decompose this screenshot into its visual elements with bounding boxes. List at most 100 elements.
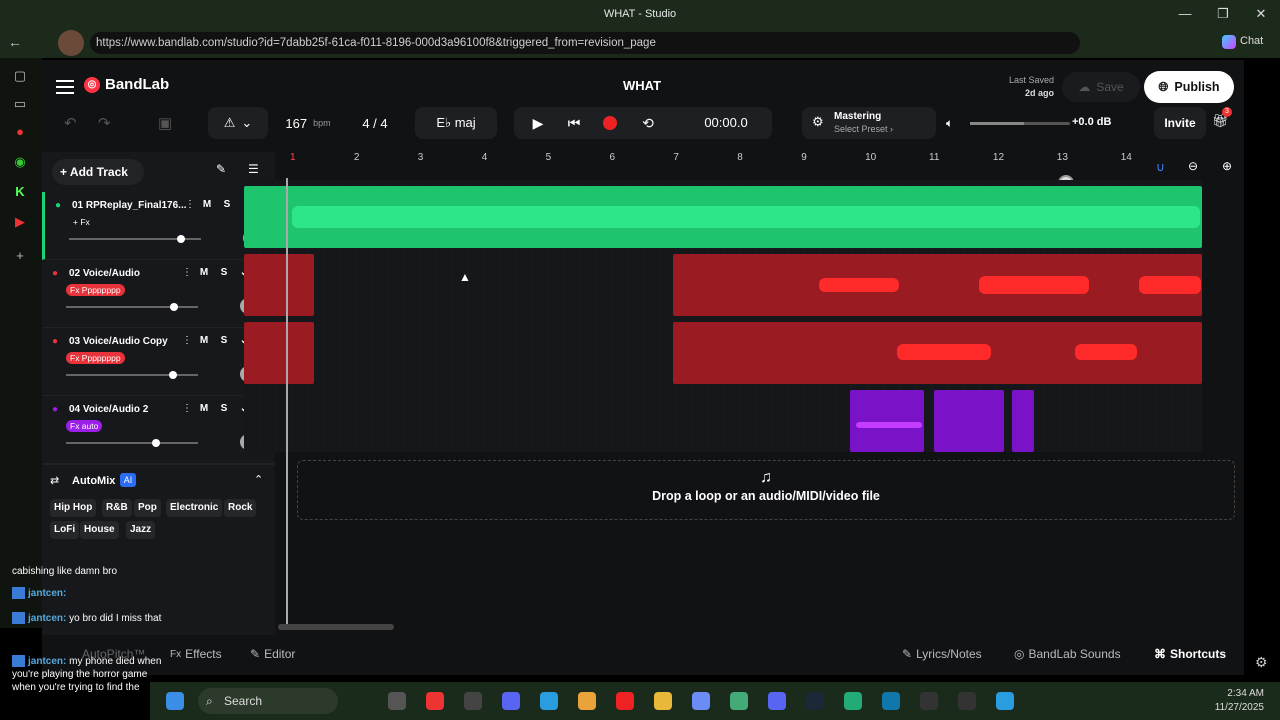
- steam-icon[interactable]: [806, 692, 824, 710]
- lane-2[interactable]: [244, 248, 1202, 316]
- track-name[interactable]: 02 Voice/Audio: [69, 268, 189, 279]
- mute-button[interactable]: M: [196, 265, 212, 281]
- genre-chip[interactable]: Rock: [224, 499, 257, 517]
- invite-button[interactable]: Invite: [1154, 107, 1206, 139]
- lane-3[interactable]: [244, 316, 1202, 384]
- audio-clip[interactable]: [1012, 390, 1034, 452]
- save-button[interactable]: ☁ Save: [1062, 72, 1140, 102]
- track-header[interactable]: ●01 RPReplay_Final176...+ FxMS⌄⋮: [42, 192, 275, 260]
- genre-chip[interactable]: Jazz: [126, 521, 156, 539]
- horizontal-scrollbar[interactable]: [278, 624, 394, 630]
- youtube-icon[interactable]: [616, 692, 634, 710]
- chevron-up-icon[interactable]: ⌃: [254, 473, 263, 486]
- track-header[interactable]: ●04 Voice/Audio 2Fx autoMS⌄⋮: [42, 396, 275, 464]
- track-volume-knob[interactable]: [151, 439, 160, 447]
- tab-title[interactable]: WHAT - Studio: [604, 8, 676, 20]
- add-icon[interactable]: +: [12, 248, 28, 264]
- playhead[interactable]: [286, 178, 288, 628]
- undo-icon[interactable]: ↶: [64, 114, 77, 132]
- more-icon[interactable]: ⋮: [182, 403, 192, 414]
- master-volume-slider[interactable]: [970, 122, 1070, 125]
- fx-tag[interactable]: + Fx: [69, 216, 94, 228]
- audio-clip[interactable]: [934, 390, 1004, 452]
- lyrics-button[interactable]: ✎ Lyrics/Notes: [902, 647, 982, 661]
- app-icon[interactable]: [844, 692, 862, 710]
- key-selector[interactable]: E♭ maj: [415, 107, 497, 139]
- track-volume-slider[interactable]: [66, 442, 198, 444]
- genre-chip[interactable]: House: [80, 521, 119, 539]
- app-icon[interactable]: [730, 692, 748, 710]
- fx-tag[interactable]: Fx auto: [66, 420, 103, 432]
- mute-button[interactable]: M: [196, 401, 212, 417]
- solo-button[interactable]: S: [219, 197, 235, 213]
- metronome-button[interactable]: ⚠︎ ⌄: [208, 107, 268, 139]
- audio-clip[interactable]: [244, 186, 1202, 248]
- track-header[interactable]: ●02 Voice/AudioFx PpppppppMS⌄⋮: [42, 260, 275, 328]
- genre-chip[interactable]: R&B: [102, 499, 132, 517]
- fx-tag[interactable]: Fx Pppppppp: [66, 352, 125, 364]
- genre-chip[interactable]: Pop: [134, 499, 161, 517]
- copilot-icon[interactable]: [692, 692, 710, 710]
- skip-back-icon[interactable]: ⏮: [564, 113, 584, 133]
- minimize-icon[interactable]: —: [1166, 0, 1204, 28]
- maximize-icon[interactable]: ❐: [1204, 0, 1242, 28]
- mute-button[interactable]: M: [199, 197, 215, 213]
- time-signature[interactable]: 4 / 4: [348, 107, 402, 139]
- active-app-icon[interactable]: ◉: [12, 154, 28, 170]
- loop-region[interactable]: [288, 150, 350, 166]
- track-name[interactable]: 03 Voice/Audio Copy: [69, 336, 189, 347]
- track-volume-knob[interactable]: [170, 303, 179, 311]
- tabs-icon[interactable]: ▢: [12, 68, 28, 84]
- mastering-button[interactable]: ⚙ Mastering Select Preset ›: [802, 107, 936, 139]
- bandlab-sounds-button[interactable]: ◎ BandLab Sounds: [1014, 647, 1121, 661]
- more-icon[interactable]: ⋮: [182, 335, 192, 346]
- more-icon[interactable]: ⋮: [185, 199, 195, 210]
- app-icon[interactable]: [958, 692, 976, 710]
- grid-toggle-icon[interactable]: ▣: [158, 114, 172, 132]
- publish-button[interactable]: 🌐︎ Publish: [1144, 71, 1234, 103]
- app-icon[interactable]: ●: [12, 124, 28, 140]
- add-track-button[interactable]: + Add Track: [52, 159, 144, 185]
- start-icon[interactable]: [166, 692, 184, 710]
- url-field[interactable]: https://www.bandlab.com/studio?id=7dabb2…: [90, 32, 1080, 54]
- close-icon[interactable]: ✕: [1242, 0, 1280, 28]
- track-header[interactable]: ●03 Voice/Audio CopyFx PpppppppMS⌄⋮: [42, 328, 275, 396]
- tempo-field[interactable]: 167 bpm: [272, 107, 344, 139]
- timeline-ruler[interactable]: 1 2 3 4 5 6 7 8 9 10 11 12 13 14: [286, 150, 1244, 168]
- snap-icon[interactable]: ∪: [1156, 160, 1165, 174]
- mute-button[interactable]: M: [196, 333, 212, 349]
- edge-icon[interactable]: [996, 692, 1014, 710]
- play-icon[interactable]: ▶: [528, 113, 548, 133]
- redo-icon[interactable]: ↷: [98, 114, 111, 132]
- bandlab-logo[interactable]: ◎ BandLab: [84, 76, 169, 93]
- solo-button[interactable]: S: [216, 333, 232, 349]
- zoom-out-icon[interactable]: ⊖: [1188, 159, 1198, 173]
- editor-button[interactable]: ✎ Editor: [250, 647, 295, 661]
- audio-clip[interactable]: [850, 390, 924, 452]
- audio-clip[interactable]: [244, 322, 314, 384]
- solo-button[interactable]: S: [216, 401, 232, 417]
- record-icon[interactable]: [600, 113, 620, 133]
- settings-gear-icon[interactable]: ⚙: [1255, 654, 1268, 671]
- track-name[interactable]: 04 Voice/Audio 2: [69, 404, 189, 415]
- speaker-icon[interactable]: 🔈︎: [946, 116, 953, 131]
- audio-clip[interactable]: [673, 322, 1202, 384]
- app-icon[interactable]: [920, 692, 938, 710]
- kick-icon[interactable]: K: [12, 184, 28, 200]
- track-lanes[interactable]: [244, 180, 1202, 452]
- back-icon[interactable]: ←: [8, 34, 22, 50]
- collections-icon[interactable]: ▭: [12, 96, 28, 112]
- gift-icon[interactable]: 🎁︎ 3: [1212, 107, 1232, 129]
- track-volume-knob[interactable]: [177, 235, 186, 243]
- edge-icon[interactable]: [540, 692, 558, 710]
- genre-chip[interactable]: LoFi: [50, 521, 80, 539]
- project-title[interactable]: WHAT: [582, 78, 702, 93]
- chat-button[interactable]: Chat: [1222, 35, 1263, 49]
- app-icon[interactable]: [464, 692, 482, 710]
- app-icon[interactable]: [388, 692, 406, 710]
- hamburger-menu-icon[interactable]: [56, 80, 74, 94]
- zoom-in-icon[interactable]: ⊕: [1222, 159, 1232, 173]
- loop-icon[interactable]: ⟲: [638, 113, 658, 133]
- app-icon[interactable]: [768, 692, 786, 710]
- audio-clip[interactable]: [673, 254, 1202, 316]
